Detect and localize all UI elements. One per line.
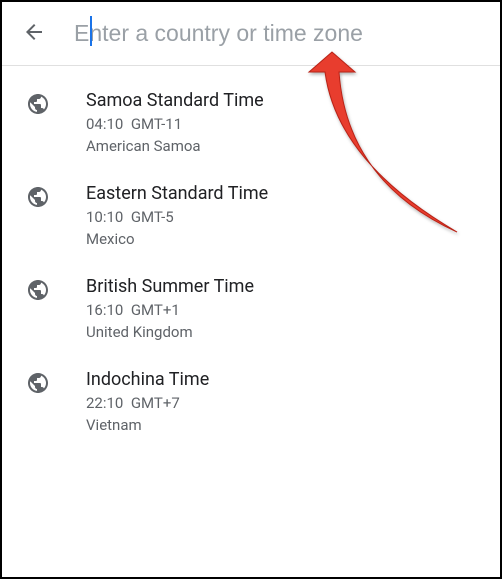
timezone-time: 10:10 GMT-5 <box>86 208 480 226</box>
globe-icon <box>26 278 50 302</box>
back-arrow-icon <box>22 20 46 48</box>
back-button[interactable] <box>22 22 46 46</box>
list-item[interactable]: Samoa Standard Time 04:10 GMT-11 America… <box>2 76 500 169</box>
timezone-name: Indochina Time <box>86 369 480 390</box>
timezone-region: Vietnam <box>86 416 480 434</box>
item-content: Samoa Standard Time 04:10 GMT-11 America… <box>86 90 480 155</box>
timezone-region: United Kingdom <box>86 323 480 341</box>
timezone-list: Samoa Standard Time 04:10 GMT-11 America… <box>2 66 500 458</box>
timezone-time: 16:10 GMT+1 <box>86 301 480 319</box>
search-input[interactable] <box>74 20 480 47</box>
list-item[interactable]: Eastern Standard Time 10:10 GMT-5 Mexico <box>2 169 500 262</box>
timezone-name: Eastern Standard Time <box>86 183 480 204</box>
globe-icon <box>26 92 50 116</box>
search-header <box>2 2 500 66</box>
item-content: British Summer Time 16:10 GMT+1 United K… <box>86 276 480 341</box>
list-item[interactable]: British Summer Time 16:10 GMT+1 United K… <box>2 262 500 355</box>
timezone-region: American Samoa <box>86 137 480 155</box>
text-cursor <box>90 16 92 46</box>
timezone-region: Mexico <box>86 230 480 248</box>
item-content: Indochina Time 22:10 GMT+7 Vietnam <box>86 369 480 434</box>
list-item[interactable]: Indochina Time 22:10 GMT+7 Vietnam <box>2 355 500 448</box>
timezone-time: 04:10 GMT-11 <box>86 115 480 133</box>
globe-icon <box>26 185 50 209</box>
globe-icon <box>26 371 50 395</box>
timezone-time: 22:10 GMT+7 <box>86 394 480 412</box>
timezone-name: British Summer Time <box>86 276 480 297</box>
item-content: Eastern Standard Time 10:10 GMT-5 Mexico <box>86 183 480 248</box>
timezone-name: Samoa Standard Time <box>86 90 480 111</box>
